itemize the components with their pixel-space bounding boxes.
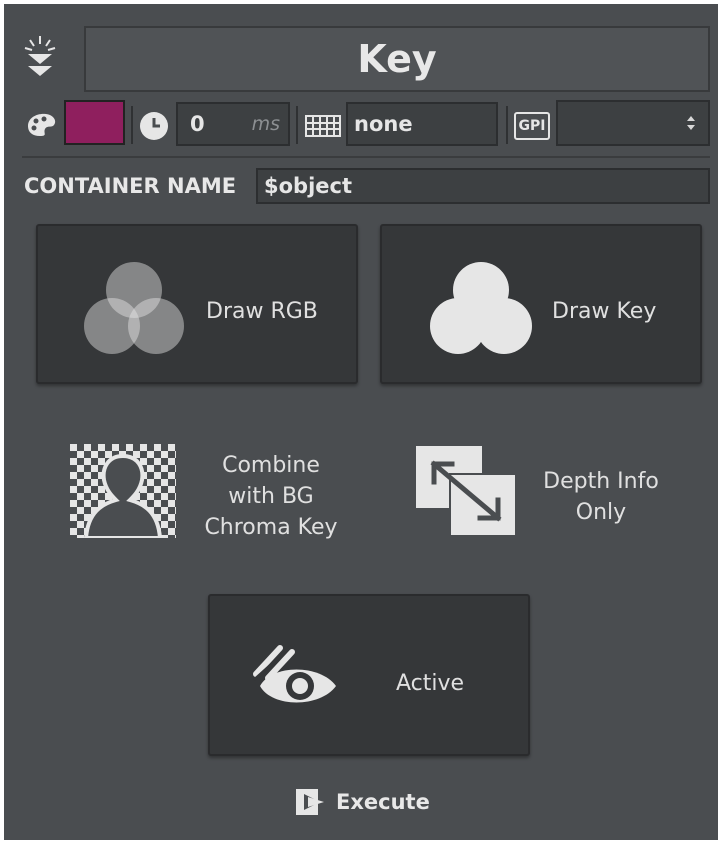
page-title[interactable]: Key xyxy=(84,26,710,92)
chroma-person-icon xyxy=(70,444,176,538)
keyboard-shortcut-value: none xyxy=(354,112,413,136)
depth-info-only-button[interactable]: Depth Info Only xyxy=(380,424,702,564)
divider xyxy=(22,156,710,158)
depth-arrows-icon xyxy=(416,446,517,537)
combine-bg-label-line2: with BG xyxy=(228,484,314,509)
draw-key-label: Draw Key xyxy=(552,299,657,324)
container-name-value: $object xyxy=(264,174,352,198)
delay-value: 0 xyxy=(190,112,205,136)
keyboard-icon xyxy=(305,114,341,138)
clock-icon xyxy=(138,110,170,142)
active-label: Active xyxy=(396,671,465,696)
delay-unit: ms xyxy=(251,113,280,135)
key-panel: Key 0 ms none GPI CONTAINER NAME $object… xyxy=(4,4,718,840)
depth-info-label-line2: Only xyxy=(575,500,627,525)
execute-icon xyxy=(296,789,324,815)
container-name-input[interactable]: $object xyxy=(256,168,710,204)
separator xyxy=(296,106,298,144)
depth-info-label: Depth Info Only xyxy=(526,466,676,528)
active-button[interactable]: Active xyxy=(208,594,530,756)
combine-bg-chroma-key-button[interactable]: Combine with BG Chroma Key xyxy=(36,424,358,564)
keyboard-shortcut-input[interactable]: none xyxy=(346,102,498,146)
draw-key-button[interactable]: Draw Key xyxy=(380,224,702,384)
draw-rgb-label: Draw RGB xyxy=(206,299,318,324)
combine-bg-label-line1: Combine xyxy=(222,453,320,478)
color-swatch[interactable] xyxy=(64,100,125,145)
rgb-circles-icon xyxy=(84,262,184,354)
separator xyxy=(131,106,133,144)
light-icon xyxy=(22,34,58,84)
draw-rgb-button[interactable]: Draw RGB xyxy=(36,224,358,384)
gpi-label: GPI xyxy=(518,118,546,134)
execute-label: Execute xyxy=(336,790,430,814)
delay-input[interactable]: 0 ms xyxy=(176,102,290,146)
separator xyxy=(506,106,508,144)
combine-bg-label: Combine with BG Chroma Key xyxy=(186,450,356,543)
select-arrows-icon xyxy=(687,116,695,130)
depth-info-label-line1: Depth Info xyxy=(543,469,659,494)
combine-bg-label-line3: Chroma Key xyxy=(204,515,338,540)
eye-slash-icon xyxy=(252,644,336,703)
execute-button[interactable]: Execute xyxy=(294,784,454,820)
gpi-select[interactable] xyxy=(556,100,710,146)
palette-icon xyxy=(24,112,58,138)
container-name-label: CONTAINER NAME xyxy=(24,174,237,198)
key-cloud-icon xyxy=(430,262,532,354)
gpi-icon: GPI xyxy=(514,112,550,140)
